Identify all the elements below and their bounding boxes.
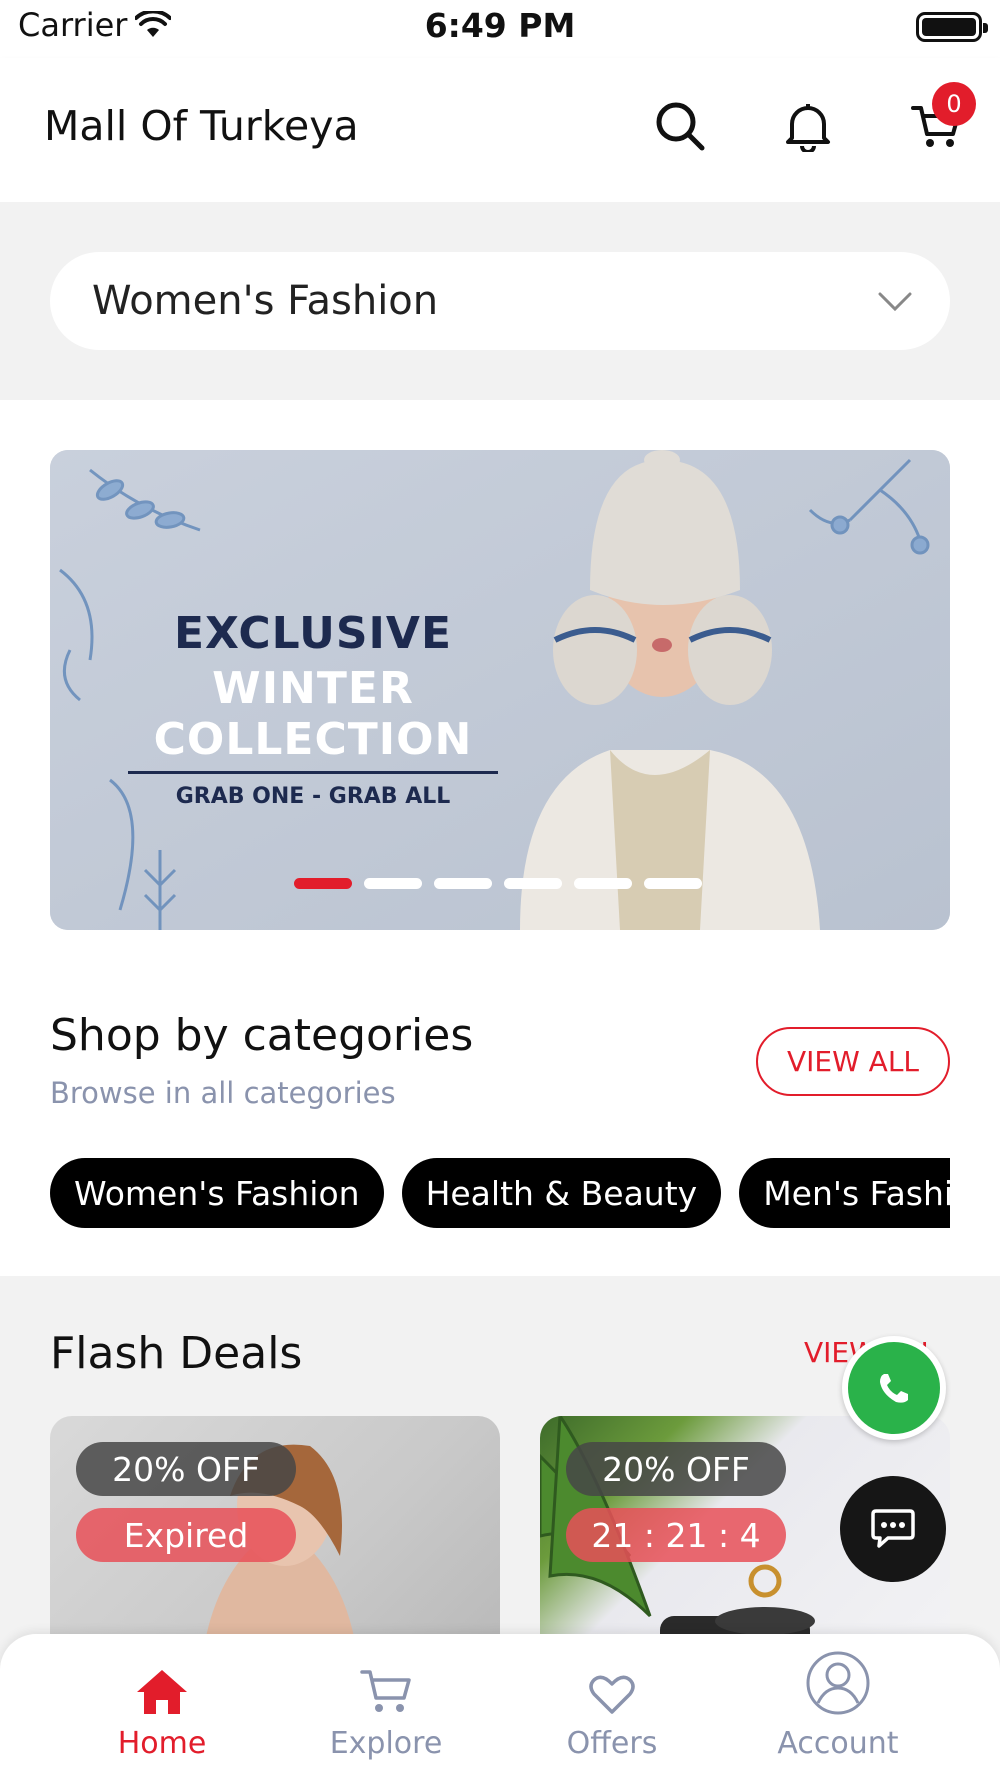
banner-line-3: GRAB ONE - GRAB ALL: [175, 784, 451, 809]
carousel-dot[interactable]: [294, 878, 352, 889]
carousel-dot[interactable]: [644, 878, 702, 889]
category-dropdown[interactable]: Women's Fashion: [50, 252, 950, 350]
main-content: EXCLUSIVE WINTER COLLECTION GRAB ONE - G…: [0, 400, 1000, 1276]
banner-line-1: EXCLUSIVE: [173, 608, 453, 659]
account-icon: [806, 1651, 870, 1715]
nav-label-offers: Offers: [566, 1726, 658, 1761]
category-chip[interactable]: Men's Fashion: [739, 1158, 950, 1228]
chevron-down-icon: [878, 292, 912, 312]
cart-button[interactable]: 0: [904, 82, 976, 158]
discount-badge: 20% OFF: [76, 1442, 296, 1496]
cart-icon: [360, 1670, 411, 1712]
banner-line-2: WINTER COLLECTION: [153, 663, 473, 765]
bell-icon[interactable]: [776, 94, 840, 158]
battery-icon: [916, 12, 988, 42]
home-icon: [137, 1670, 187, 1714]
nav-item-explore[interactable]: Explore: [296, 1652, 476, 1761]
categories-subtitle: Browse in all categories: [50, 1076, 396, 1110]
bottom-navigation: Home Explore Offers Account: [0, 1634, 1000, 1778]
cart-count-badge: 0: [932, 82, 976, 126]
category-chip[interactable]: Health & Beauty: [401, 1158, 722, 1228]
nav-label-explore: Explore: [329, 1726, 443, 1761]
category-chips: Women's Fashion Health & Beauty Men's Fash…: [50, 1158, 950, 1228]
carousel-dot[interactable]: [574, 878, 632, 889]
nav-label-home: Home: [117, 1726, 207, 1761]
status-bar: Carrier 6:49 PM: [0, 0, 1000, 58]
carousel-indicator: [294, 878, 702, 889]
category-selector-area: Women's Fashion: [0, 202, 1000, 400]
nav-item-offers[interactable]: Offers: [522, 1652, 702, 1761]
banner-headline: EXCLUSIVE WINTER COLLECTION GRAB ONE - G…: [128, 608, 498, 809]
carousel-dot[interactable]: [504, 878, 562, 889]
app-header: Mall Of Turkeya 0: [0, 58, 1000, 202]
search-icon[interactable]: [648, 94, 712, 158]
carousel-dot[interactable]: [364, 878, 422, 889]
categories-view-all-button[interactable]: VIEW ALL: [756, 1027, 950, 1096]
discount-badge: 20% OFF: [566, 1442, 786, 1496]
category-dropdown-value: Women's Fashion: [92, 278, 439, 324]
category-chip[interactable]: Women's Fashion: [50, 1158, 384, 1228]
carousel-dot[interactable]: [434, 878, 492, 889]
nav-item-account[interactable]: Account: [748, 1651, 928, 1761]
app-title: Mall Of Turkeya: [44, 102, 359, 150]
deal-timer-badge: 21 : 21 : 4: [566, 1508, 786, 1562]
deal-status-badge: Expired: [76, 1508, 296, 1562]
whatsapp-button[interactable]: [842, 1336, 946, 1440]
categories-title: Shop by categories: [50, 1010, 474, 1061]
nav-item-home[interactable]: Home: [72, 1652, 252, 1761]
status-time: 6:49 PM: [424, 6, 576, 45]
nav-label-account: Account: [777, 1726, 899, 1761]
whatsapp-icon: [848, 1342, 940, 1434]
banner-divider: [128, 771, 498, 774]
promo-banner[interactable]: EXCLUSIVE WINTER COLLECTION GRAB ONE - G…: [50, 450, 950, 930]
heart-icon: [589, 1675, 635, 1714]
chat-button[interactable]: [840, 1476, 946, 1582]
chat-icon: [871, 1509, 915, 1548]
flash-deals-title: Flash Deals: [50, 1328, 303, 1379]
